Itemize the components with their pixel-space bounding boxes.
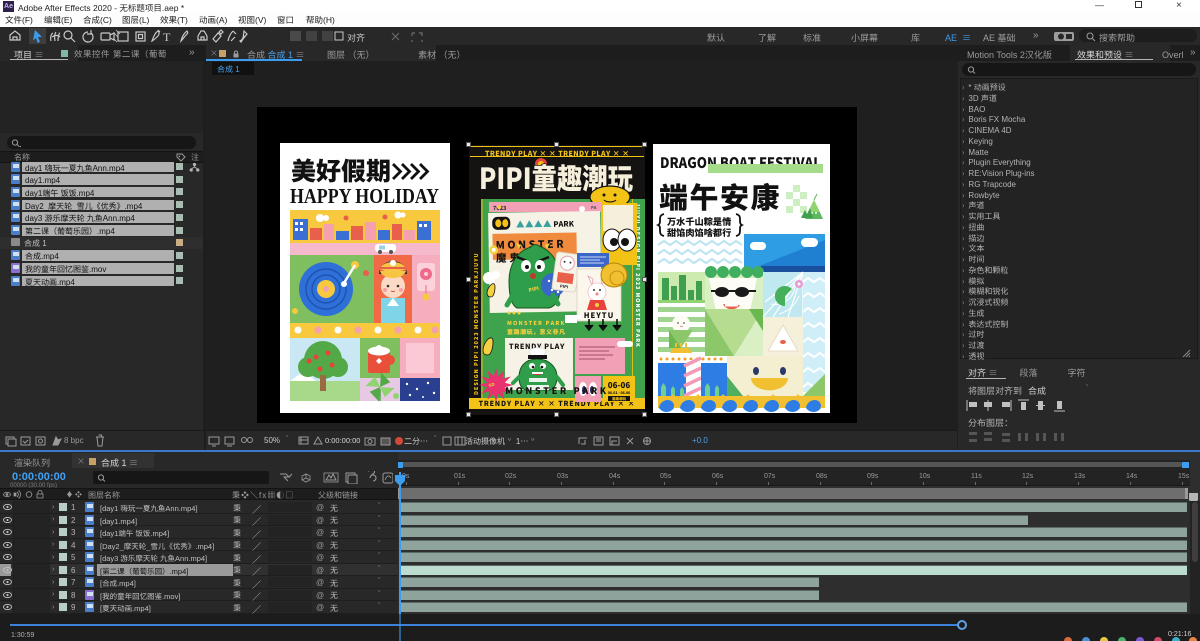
svg-text:童趣潮玩: 童趣潮玩 xyxy=(612,396,626,402)
svg-text:PA: PA xyxy=(591,205,597,211)
svg-text:PARK: PARK xyxy=(553,218,575,229)
svg-text:PIPI: PIPI xyxy=(560,283,570,290)
svg-text:HAPPY HOLIDAY: HAPPY HOLIDAY xyxy=(290,184,439,208)
svg-text:DESIGN PIPI 2023 MONSTER PARKJ: DESIGN PIPI 2023 MONSTER PARKJIUYU xyxy=(472,252,480,395)
svg-text:06-06: 06-06 xyxy=(608,380,631,391)
svg-text:美好假期: 美好假期 xyxy=(291,152,391,188)
svg-text:甜馅肉馅啥都行: 甜馅肉馅啥都行 xyxy=(667,225,731,239)
svg-text:MONSTER PARK: MONSTER PARK xyxy=(507,319,566,327)
svg-text:MONSTER PARK: MONSTER PARK xyxy=(505,384,609,397)
svg-text:童趣潮玩，意义非凡: 童趣潮玩，意义非凡 xyxy=(507,327,566,336)
svg-text:06.01 - 06.06: 06.01 - 06.06 xyxy=(608,391,630,396)
svg-text:端午安康: 端午安康 xyxy=(659,175,781,217)
